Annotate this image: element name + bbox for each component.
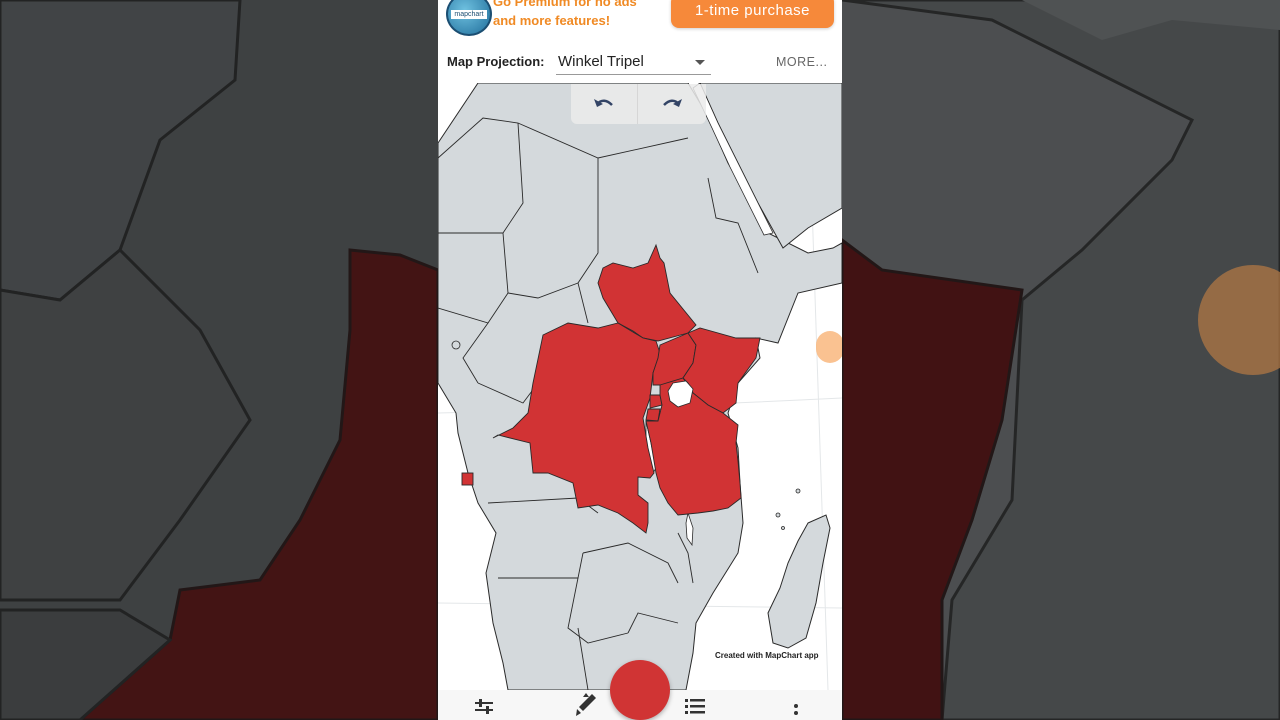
ad-banner[interactable]: mapchart Go Premium for no ads and more …: [438, 0, 842, 42]
madagascar[interactable]: [767, 514, 831, 649]
purchase-button[interactable]: 1-time purchase: [671, 0, 834, 28]
projection-label: Map Projection:: [447, 54, 545, 69]
color-picker-fab[interactable]: [610, 660, 670, 720]
redo-icon: [663, 99, 682, 107]
ad-promo-line1: Go Premium for no ads: [493, 0, 637, 9]
ad-promo-text: Go Premium for no ads and more features!: [493, 0, 663, 30]
undo-icon: [594, 99, 613, 107]
background-blur-right: [842, 0, 1280, 720]
projection-value: Winkel Tripel: [558, 53, 644, 70]
settings-sliders-icon[interactable]: [474, 698, 494, 716]
ad-promo-line2: and more features!: [493, 13, 611, 28]
map-credit: Created with MapChart app: [715, 651, 819, 660]
map-canvas[interactable]: [438, 83, 842, 690]
chevron-down-icon: [695, 60, 705, 65]
history-controls: [571, 84, 706, 124]
more-button[interactable]: MORE...: [776, 55, 827, 69]
mapchart-logo: mapchart: [446, 0, 492, 36]
scroll-handle[interactable]: [816, 331, 842, 363]
list-icon[interactable]: [685, 698, 705, 714]
undo-button[interactable]: [571, 84, 638, 124]
app-screen: mapchart Go Premium for no ads and more …: [438, 0, 842, 720]
logo-text: mapchart: [451, 10, 487, 19]
more-vertical-icon[interactable]: [793, 698, 799, 716]
projection-bar: Map Projection: Winkel Tripel MORE...: [438, 42, 842, 84]
redo-button[interactable]: [639, 84, 705, 124]
projection-dropdown[interactable]: Winkel Tripel: [556, 51, 711, 75]
background-blur-left: [0, 0, 438, 720]
brush-icon[interactable]: [574, 692, 598, 718]
country-burundi[interactable]: [645, 408, 661, 422]
country-sao-tome[interactable]: [461, 472, 474, 486]
